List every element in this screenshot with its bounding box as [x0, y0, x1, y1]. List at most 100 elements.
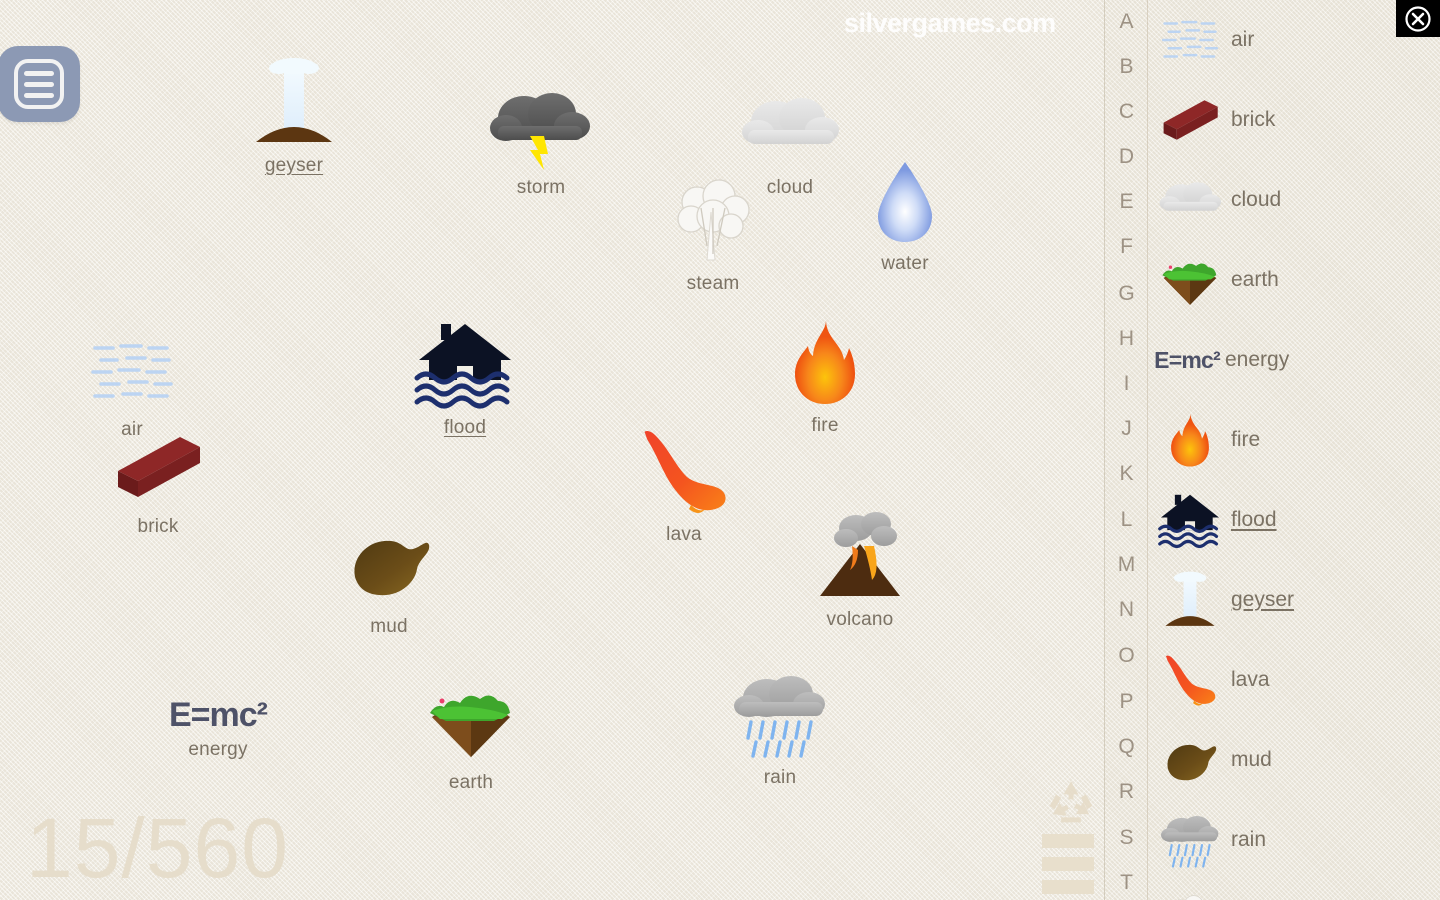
canvas-element-flood[interactable]: flood: [400, 318, 530, 439]
rain-icon: [1153, 803, 1227, 877]
canvas-element-fire[interactable]: fire: [760, 316, 890, 437]
element-label: earth: [448, 772, 494, 793]
canvas-element-earth[interactable]: earth: [406, 673, 536, 794]
canvas-element-water[interactable]: water: [840, 154, 970, 275]
air-icon: [1153, 3, 1227, 77]
element-label: mud: [370, 616, 408, 637]
energy-icon: E=mc²: [169, 696, 268, 734]
element-list[interactable]: air brick cloud earth E=mc² energy fire …: [1153, 0, 1440, 900]
storm-icon: [476, 78, 606, 170]
list-item-label: air: [1231, 28, 1255, 51]
close-icon: [1405, 5, 1431, 32]
list-item[interactable]: rain: [1153, 800, 1440, 880]
alpha-letter[interactable]: Q: [1105, 735, 1148, 759]
earth-icon: [1153, 243, 1227, 317]
canvas-element-storm[interactable]: storm: [476, 78, 606, 199]
alpha-letter[interactable]: S: [1105, 826, 1148, 850]
list-item[interactable]: lava: [1153, 640, 1440, 720]
geyser-icon: [229, 56, 359, 148]
canvas-element-steam[interactable]: steam: [648, 174, 778, 295]
flood-icon: [1153, 483, 1227, 557]
alpha-letter[interactable]: D: [1105, 145, 1148, 169]
alpha-letter[interactable]: P: [1105, 690, 1148, 714]
list-item[interactable]: earth: [1153, 240, 1440, 320]
element-label: steam: [686, 273, 740, 294]
element-label: water: [881, 253, 929, 274]
alpha-letter[interactable]: T: [1105, 871, 1148, 895]
list-item[interactable]: geyser: [1153, 560, 1440, 640]
list-item-label: rain: [1231, 828, 1267, 851]
list-item[interactable]: steam: [1153, 880, 1440, 900]
rain-icon: [715, 668, 845, 760]
steam-icon: [1153, 883, 1227, 900]
alpha-letter[interactable]: N: [1105, 598, 1148, 622]
alpha-letter[interactable]: E: [1105, 190, 1148, 214]
alpha-letter[interactable]: L: [1105, 508, 1148, 532]
list-item-label: cloud: [1231, 188, 1282, 211]
alpha-letter[interactable]: I: [1105, 372, 1148, 396]
alpha-letter[interactable]: J: [1105, 417, 1148, 441]
alpha-letter[interactable]: F: [1105, 235, 1148, 259]
alpha-letter[interactable]: M: [1105, 553, 1148, 577]
earth-icon: [406, 673, 536, 765]
cloud-icon: [725, 78, 855, 170]
mud-icon: [1153, 723, 1227, 797]
water-icon: [840, 154, 970, 246]
list-item[interactable]: fire: [1153, 400, 1440, 480]
element-label: lava: [666, 524, 702, 545]
list-icon[interactable]: [1042, 834, 1100, 894]
element-panel: A B C D E F G H I J K L M N O P Q R S T: [1105, 0, 1440, 900]
list-item[interactable]: cloud: [1153, 160, 1440, 240]
alphabet-index[interactable]: A B C D E F G H I J K L M N O P Q R S T: [1105, 0, 1148, 900]
element-label: brick: [137, 516, 179, 537]
fire-icon: [1153, 403, 1227, 477]
canvas-tools: [1042, 778, 1100, 894]
list-item[interactable]: mud: [1153, 720, 1440, 800]
progress-counter: 15/560: [26, 801, 289, 895]
element-label: fire: [811, 415, 839, 436]
alpha-letter[interactable]: R: [1105, 780, 1148, 804]
recycle-icon[interactable]: [1042, 778, 1100, 824]
alpha-letter[interactable]: B: [1105, 55, 1148, 79]
alpha-letter[interactable]: O: [1105, 644, 1148, 668]
cloud-icon: [1153, 163, 1227, 237]
volcano-icon: [795, 510, 925, 602]
list-item-label: geyser: [1231, 588, 1295, 611]
element-label: flood: [443, 417, 487, 438]
element-label: volcano: [826, 609, 894, 630]
list-item-label: flood: [1231, 508, 1277, 531]
element-label: storm: [516, 177, 566, 198]
list-item-label: lava: [1231, 668, 1270, 691]
list-item-label: energy: [1225, 348, 1290, 371]
alpha-letter[interactable]: A: [1105, 10, 1148, 34]
alpha-letter[interactable]: G: [1105, 282, 1148, 306]
element-label: geyser: [264, 155, 324, 176]
brick-icon: [93, 417, 223, 509]
fire-icon: [760, 316, 890, 408]
list-item[interactable]: E=mc² energy: [1153, 320, 1440, 400]
canvas-element-energy[interactable]: E=mc² energy: [153, 640, 283, 761]
mud-icon: [324, 517, 454, 609]
lava-icon: [1153, 643, 1227, 717]
element-label: energy: [188, 739, 248, 760]
canvas-element-rain[interactable]: rain: [715, 668, 845, 789]
game-stage: silvergames.com 15/560 geyser storm clou…: [0, 0, 1440, 900]
list-item[interactable]: brick: [1153, 80, 1440, 160]
brick-icon: [1153, 83, 1227, 157]
hamburger-icon: [14, 59, 64, 109]
steam-icon: [648, 174, 778, 266]
canvas-element-brick[interactable]: brick: [93, 417, 223, 538]
alpha-letter[interactable]: H: [1105, 327, 1148, 351]
list-item[interactable]: flood: [1153, 480, 1440, 560]
canvas-element-geyser[interactable]: geyser: [229, 56, 359, 177]
alpha-letter[interactable]: K: [1105, 462, 1148, 486]
energy-icon: E=mc²: [1154, 346, 1220, 373]
lava-icon: [619, 425, 749, 517]
canvas-element-mud[interactable]: mud: [324, 517, 454, 638]
menu-button[interactable]: [0, 46, 80, 122]
canvas-element-lava[interactable]: lava: [619, 425, 749, 546]
close-button[interactable]: [1396, 0, 1440, 37]
canvas-element-volcano[interactable]: volcano: [795, 510, 925, 631]
alpha-letter[interactable]: C: [1105, 100, 1148, 124]
play-canvas[interactable]: silvergames.com 15/560 geyser storm clou…: [0, 0, 1105, 900]
